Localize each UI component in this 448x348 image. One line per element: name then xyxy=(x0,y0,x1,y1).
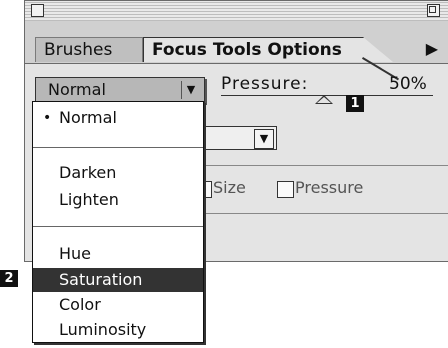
menu-item-normal[interactable]: • Normal xyxy=(33,106,203,130)
mode-dropdown[interactable]: Normal ▼ xyxy=(35,77,205,103)
menu-item-label: Color xyxy=(59,295,101,314)
mode-dropdown-value: Normal xyxy=(48,80,106,99)
menu-item-hue[interactable]: Hue xyxy=(33,242,203,266)
pressure-slider-thumb[interactable] xyxy=(315,95,333,104)
size-checkbox-label: Size xyxy=(213,178,246,197)
menu-item-lighten[interactable]: Lighten xyxy=(33,188,203,212)
close-box-icon[interactable] xyxy=(31,4,44,17)
pressure-checkbox-label: Pressure xyxy=(295,178,364,197)
pressure-label: Pressure: xyxy=(221,74,309,94)
menu-item-label: Hue xyxy=(59,244,92,263)
menu-item-color[interactable]: Color xyxy=(33,293,203,317)
divider xyxy=(175,165,448,166)
menu-separator xyxy=(33,147,203,148)
menu-item-saturation[interactable]: Saturation xyxy=(33,268,203,292)
pressure-value: 50% xyxy=(389,74,427,94)
menu-item-label: Saturation xyxy=(59,270,143,289)
divider xyxy=(175,213,448,214)
menu-item-label: Luminosity xyxy=(59,320,147,339)
callout-badge-2: 2 xyxy=(0,270,18,287)
callout-badge-1: 1 xyxy=(346,95,364,112)
tab-focus-tools-options[interactable]: Focus Tools Options xyxy=(143,37,393,62)
mode-popup-menu: • Normal Darken Lighten Hue Saturation C… xyxy=(32,101,204,343)
zoom-box-icon[interactable] xyxy=(427,4,440,17)
pressure-checkbox[interactable] xyxy=(277,181,294,198)
menu-item-label: Darken xyxy=(59,163,117,182)
menu-item-label: Lighten xyxy=(59,190,119,209)
palette-menu-arrow-icon[interactable]: ▶ xyxy=(426,39,438,59)
chevron-down-icon: ▼ xyxy=(254,129,274,149)
menu-separator xyxy=(33,226,203,227)
palette-title-bar[interactable] xyxy=(25,1,448,22)
current-bullet-icon: • xyxy=(43,110,52,126)
menu-item-label: Normal xyxy=(59,108,117,127)
menu-item-darken[interactable]: Darken xyxy=(33,161,203,185)
menu-item-luminosity[interactable]: Luminosity xyxy=(33,318,203,342)
palette-tab-bar: Brushes Focus Tools Options ▶ xyxy=(25,21,448,81)
tab-brushes[interactable]: Brushes xyxy=(35,37,143,62)
chevron-down-icon: ▼ xyxy=(181,81,200,99)
